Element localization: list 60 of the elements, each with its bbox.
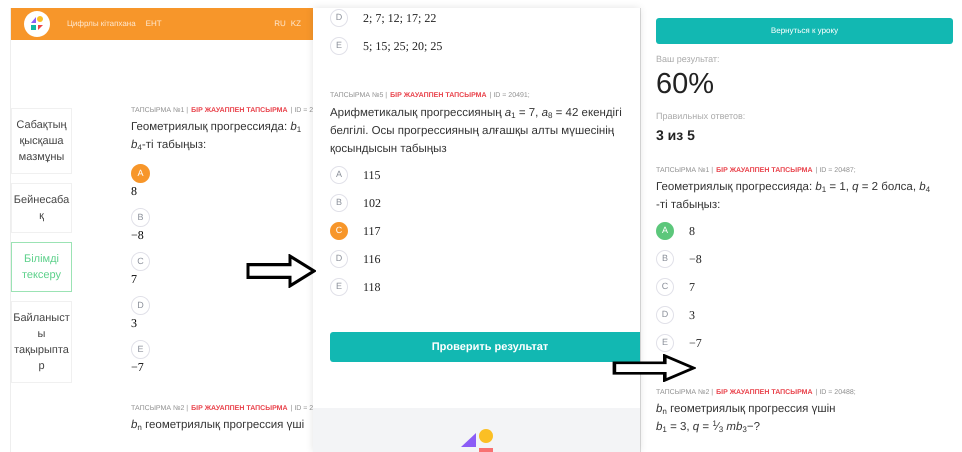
- option-letter[interactable]: D: [330, 250, 348, 268]
- option-value: 3: [689, 307, 695, 324]
- option-letter[interactable]: E: [656, 334, 674, 352]
- logo-icon: [458, 428, 494, 452]
- sidebar-item[interactable]: Сабақтың қысқаша мазмұны: [11, 108, 72, 174]
- option-letter[interactable]: D: [656, 306, 674, 324]
- nav-link[interactable]: Цифрлы кітапхана: [67, 18, 136, 30]
- option-letter[interactable]: B: [330, 194, 348, 212]
- option-letter[interactable]: C: [131, 252, 150, 271]
- option-value: 7: [131, 272, 137, 286]
- question-text: b$_{4}$-ті табыңыз:: [131, 138, 206, 154]
- option-letter[interactable]: A: [330, 166, 348, 184]
- correct-answers-label: Правильных ответов:: [656, 110, 746, 123]
- correct-answers-count: 3 из 5: [656, 126, 696, 145]
- logo-icon: [24, 11, 50, 37]
- option-value: 116: [363, 251, 381, 268]
- result-label: Ваш результат:: [656, 53, 721, 66]
- back-to-lesson-button[interactable]: Вернуться к уроку: [656, 18, 953, 44]
- option-value: 7: [689, 279, 695, 296]
- option-letter[interactable]: E: [330, 278, 348, 296]
- check-result-button[interactable]: Проверить результат: [330, 332, 640, 362]
- option-value: −8: [689, 251, 702, 268]
- question-text: -ті табыңыз:: [656, 198, 720, 213]
- language-link[interactable]: RU: [274, 18, 286, 30]
- question-text: b$_{1}$ = 3, q = $^{1}$⁄$_{3}$ mb$_{3}$−?: [656, 418, 760, 436]
- question-text: Арифметикалық прогрессияның a$_{1}$ = 7, a$_{8}$ = 42 екендігі: [330, 106, 622, 122]
- option-value: 102: [363, 195, 381, 212]
- language-link[interactable]: KZ: [290, 18, 301, 30]
- option-letter[interactable]: C: [656, 278, 674, 296]
- option-value: 115: [363, 167, 381, 184]
- option-value: 8: [131, 184, 137, 198]
- option-value: 118: [363, 279, 381, 296]
- option-value: 2; 7; 12; 17; 22: [363, 10, 436, 27]
- option-letter[interactable]: D: [131, 296, 150, 315]
- option-value: −7: [689, 335, 702, 352]
- option-letter[interactable]: E: [330, 37, 348, 55]
- option-letter[interactable]: B: [131, 208, 150, 227]
- sidebar-item[interactable]: Бейнесабақ: [11, 183, 72, 233]
- question-text: белгілі. Осы прогрессияның алғашқы алты мүшесінің: [330, 124, 614, 139]
- question-text: b$_{n}$ геометриялық прогрессия үшін: [656, 402, 836, 418]
- option-value: 117: [363, 223, 381, 240]
- option-letter[interactable]: D: [330, 9, 348, 27]
- question-text: қосындысын табыңыз: [330, 142, 447, 157]
- sidebar-item[interactable]: Байланысты тақырыптар: [11, 301, 72, 383]
- option-value: 3: [131, 316, 137, 330]
- option-value: −8: [131, 228, 144, 242]
- option-letter[interactable]: A: [131, 164, 150, 183]
- option-letter[interactable]: E: [131, 340, 150, 359]
- result-percent: 60%: [656, 66, 716, 100]
- question-text: Геометриялық прогрессияда: b$_{1}$ = 1, q = 2 болса, b$_{4}$: [656, 180, 930, 196]
- question-text: b$_{n}$ геометриялық прогрессия үші: [131, 418, 304, 434]
- option-letter[interactable]: C: [330, 222, 348, 240]
- option-letter[interactable]: A: [656, 222, 674, 240]
- option-letter[interactable]: B: [656, 250, 674, 268]
- option-value: −7: [131, 360, 144, 374]
- sidebar-item[interactable]: Білімді тексеру: [11, 242, 72, 292]
- option-value: 8: [689, 223, 695, 240]
- question-text: Геометриялық прогрессияда: b$_{1}$: [131, 120, 302, 136]
- option-value: 5; 15; 25; 20; 25: [363, 38, 442, 55]
- nav-link[interactable]: ЕНТ: [146, 18, 162, 30]
